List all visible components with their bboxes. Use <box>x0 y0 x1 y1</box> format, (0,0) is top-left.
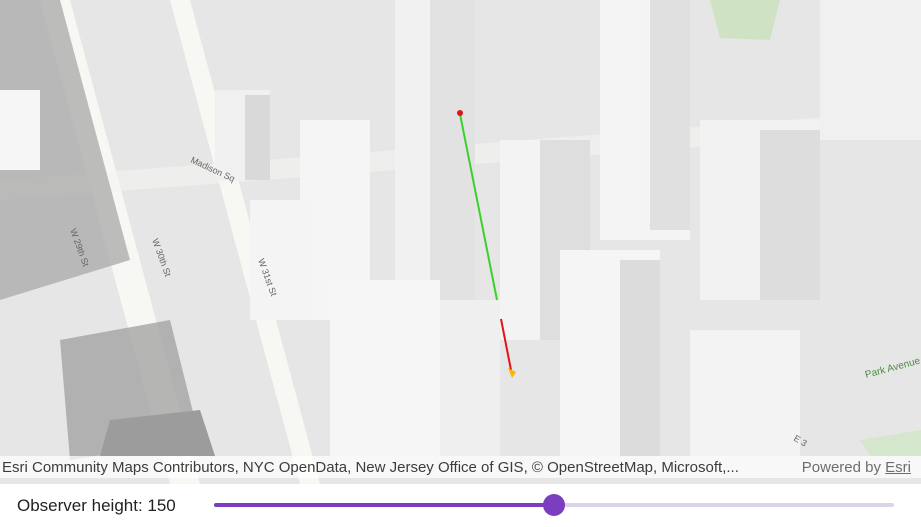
building-shade <box>760 130 820 300</box>
tower-shade <box>430 0 475 300</box>
attribution-credits: Esri Community Maps Contributors, NYC Op… <box>2 458 739 476</box>
esri-link[interactable]: Esri <box>885 459 911 476</box>
building <box>440 300 500 456</box>
building <box>820 0 921 140</box>
scene-view[interactable]: W 29th St W 30th St W 31st St Madison Sq… <box>0 0 921 484</box>
building <box>0 90 40 170</box>
observer-height-label: Observer height: 150 <box>17 496 176 515</box>
building-shade <box>245 95 270 180</box>
city-scene[interactable]: W 29th St W 30th St W 31st St Madison Sq… <box>0 0 921 484</box>
building <box>690 330 800 456</box>
tower-shade <box>650 0 690 230</box>
slider-fill <box>214 503 554 507</box>
powered-by-prefix: Powered by <box>801 458 886 476</box>
building-shade <box>620 260 660 456</box>
powered-by: Powered by Esri <box>802 459 911 476</box>
building <box>330 280 440 456</box>
controls-panel: Observer height: 150 <box>0 484 921 527</box>
observer-height-slider[interactable] <box>214 494 894 516</box>
attribution-bar: Esri Community Maps Contributors, NYC Op… <box>0 456 921 478</box>
observer-point[interactable] <box>457 110 463 116</box>
slider-thumb[interactable] <box>543 494 565 516</box>
park-area <box>710 0 780 40</box>
